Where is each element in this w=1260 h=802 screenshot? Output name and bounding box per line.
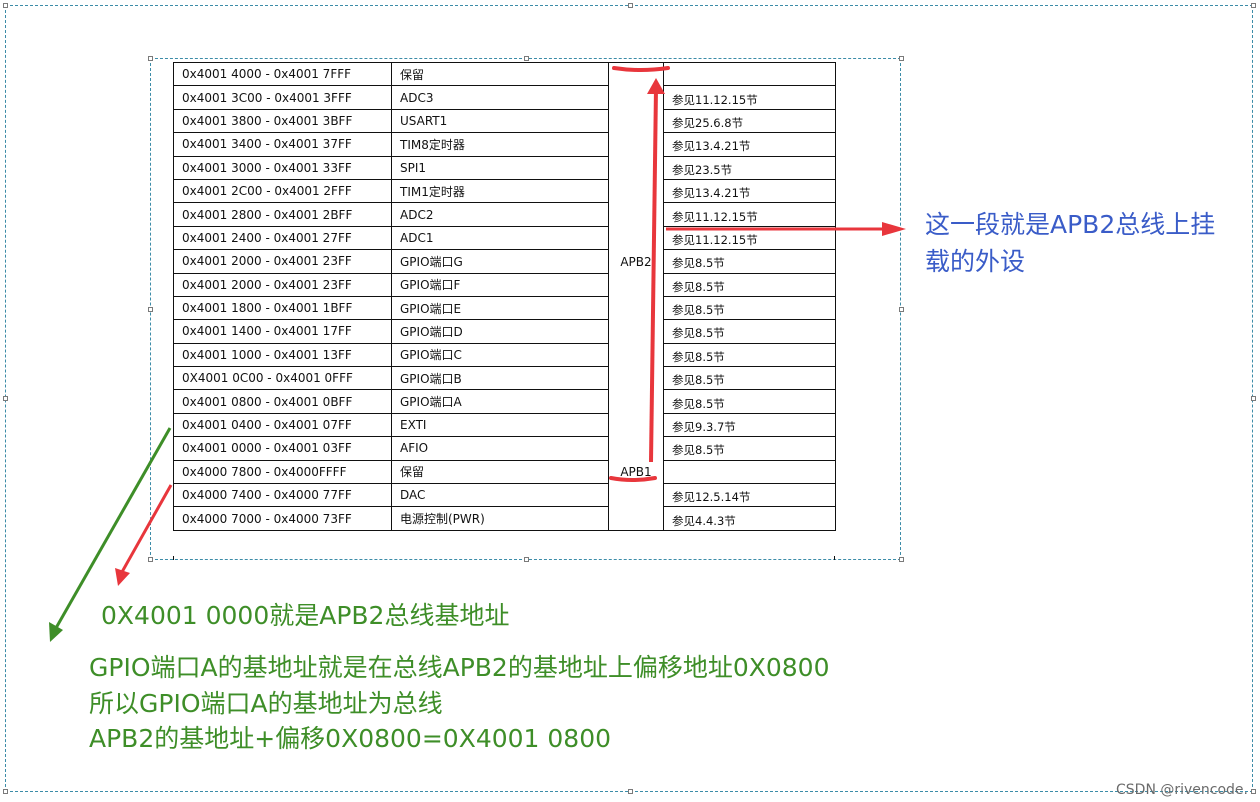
apb2-range-arrowhead [647, 78, 665, 94]
watermark: CSDN @rivencode. [1116, 782, 1248, 798]
explain-line2: 所以GPIO端口A的基地址为总线 [89, 689, 443, 718]
right-note-line1: 这一段就是APB2总线上挂 [925, 210, 1216, 239]
apb2-range-arrow [649, 87, 658, 463]
explain-line1: GPIO端口A的基地址就是在总线APB2的基地址上偏移地址0X0800 [89, 653, 830, 682]
apb2-top-bracket [612, 66, 670, 72]
explain-line3: APB2的基地址+偏移0X0800=0X4001 0800 [89, 724, 612, 753]
red-pointer-arrowhead [115, 568, 130, 586]
right-note-line2: 载的外设 [925, 247, 1026, 276]
base-address-note: 0X4001 0000就是APB2总线基地址 [101, 601, 510, 630]
apb2-bottom-bracket [609, 476, 657, 482]
right-note-arrowhead [882, 222, 906, 236]
